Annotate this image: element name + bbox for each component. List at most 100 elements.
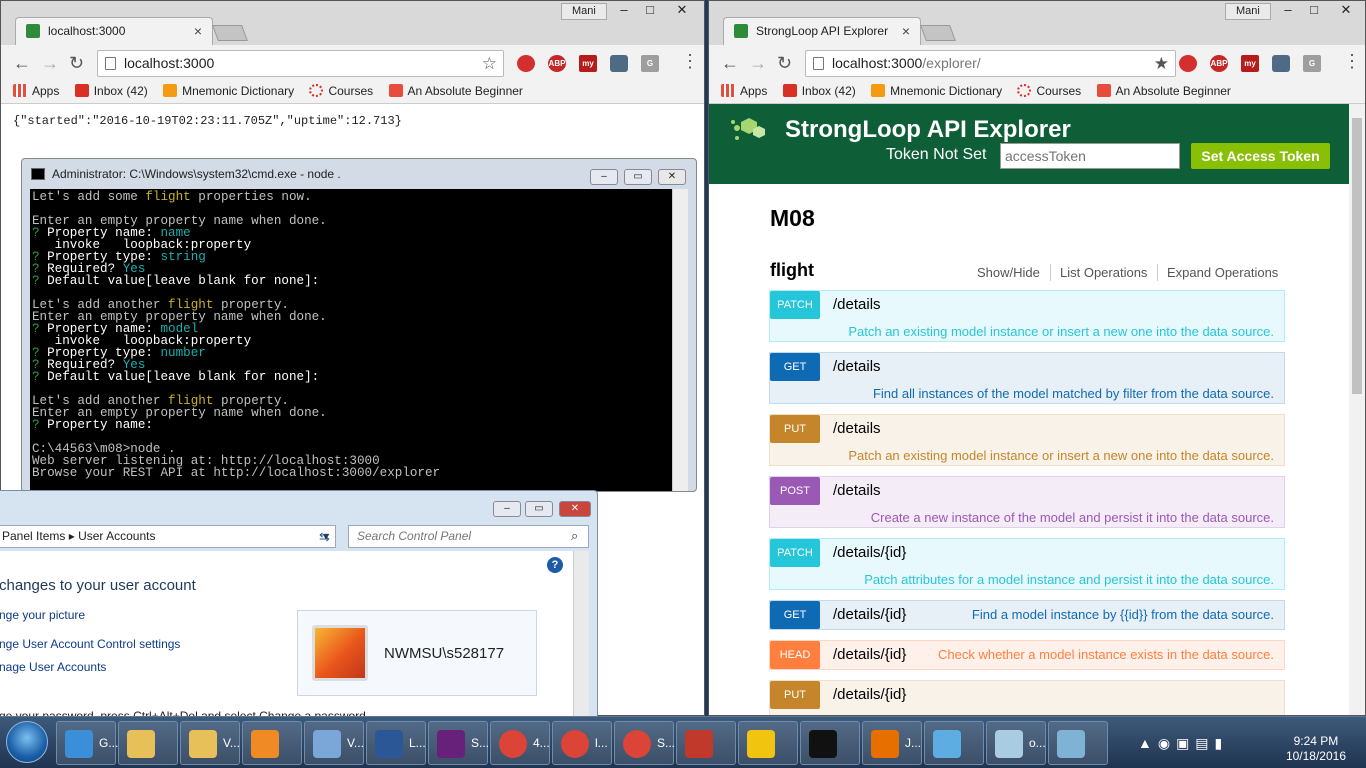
bookmark-apps[interactable]: Apps bbox=[11, 81, 59, 101]
bookmark-mnemonic[interactable]: Mnemonic Dictionary bbox=[161, 81, 294, 101]
operation-row[interactable]: HEAD/details/{id} Check whether a model i… bbox=[769, 640, 1285, 670]
console-output[interactable]: Let's add some flight properties now. Ent… bbox=[30, 189, 672, 491]
taskbar-button[interactable]: l... bbox=[552, 721, 612, 765]
ublock-icon[interactable] bbox=[1179, 55, 1197, 72]
operation-row[interactable]: PATCH/details Patch an existing model ins… bbox=[769, 290, 1285, 342]
profile-button[interactable]: Mani bbox=[1225, 3, 1271, 20]
back-icon[interactable]: ← bbox=[721, 53, 739, 74]
taskbar-button[interactable] bbox=[800, 721, 860, 765]
endpoint-path[interactable]: /details bbox=[833, 358, 881, 375]
forward-icon[interactable]: → bbox=[41, 53, 59, 74]
address-breadcrumb[interactable]: Panel Items ▸ User Accounts ▾ bbox=[0, 525, 336, 548]
address-bar[interactable]: localhost:3000/explorer/ ★ bbox=[805, 50, 1176, 77]
bookmark-star-icon[interactable]: ★ bbox=[1154, 51, 1169, 76]
bookmark-beginner[interactable]: An Absolute Beginner bbox=[1095, 81, 1231, 101]
taskbar-button[interactable] bbox=[242, 721, 302, 765]
search-icon[interactable]: ⌕ bbox=[571, 528, 578, 544]
my-extension-icon[interactable]: my bbox=[1241, 55, 1259, 72]
clock[interactable]: 9:24 PM 10/18/2016 bbox=[1286, 734, 1346, 764]
taskbar-button[interactable] bbox=[676, 721, 736, 765]
taskbar-button[interactable]: S... bbox=[428, 721, 489, 765]
menu-icon[interactable]: ⋮ bbox=[1343, 51, 1361, 72]
scrollbar[interactable] bbox=[1349, 104, 1365, 715]
start-button[interactable] bbox=[6, 721, 48, 763]
operation-row[interactable]: GET/details Find all instances of the mod… bbox=[769, 352, 1285, 404]
tray-icons[interactable]: ▲◉▣▤▮ bbox=[1138, 735, 1228, 752]
help-icon[interactable]: ? bbox=[547, 557, 563, 573]
bookmark-apps[interactable]: Apps bbox=[719, 81, 767, 101]
model-name[interactable]: flight bbox=[770, 260, 814, 281]
bookmark-beginner[interactable]: An Absolute Beginner bbox=[387, 81, 523, 101]
endpoint-description[interactable]: Find a model instance by {{id}} from the… bbox=[972, 607, 1274, 622]
operation-row[interactable]: PUT/details Patch an existing model insta… bbox=[769, 414, 1285, 466]
taskbar-button[interactable] bbox=[738, 721, 798, 765]
set-access-token-button[interactable]: Set Access Token bbox=[1191, 143, 1330, 169]
back-icon[interactable]: ← bbox=[13, 53, 31, 74]
forward-icon[interactable]: → bbox=[749, 53, 767, 74]
http-method-badge[interactable]: PATCH bbox=[770, 291, 820, 319]
http-method-badge[interactable]: PATCH bbox=[770, 539, 820, 567]
new-tab-button[interactable] bbox=[920, 25, 956, 41]
endpoint-path[interactable]: /details bbox=[833, 420, 881, 437]
uac-settings-link[interactable]: nge User Account Control settings bbox=[0, 637, 180, 651]
change-picture-link[interactable]: nge your picture bbox=[0, 608, 85, 622]
close-tab-icon[interactable]: × bbox=[902, 18, 910, 44]
close-tab-icon[interactable]: × bbox=[194, 18, 202, 44]
endpoint-path[interactable]: /details/{id} bbox=[833, 646, 906, 663]
search-input[interactable]: Search Control Panel bbox=[348, 525, 589, 548]
endpoint-description[interactable]: Find all instances of the model matched … bbox=[873, 386, 1274, 401]
endpoint-path[interactable]: /details/{id} bbox=[833, 544, 906, 561]
expand-operations-link[interactable]: Expand Operations bbox=[1167, 265, 1278, 280]
manage-accounts-link[interactable]: nage User Accounts bbox=[0, 660, 106, 674]
g-extension-icon[interactable]: G bbox=[641, 55, 659, 72]
taskbar-button[interactable]: J... bbox=[862, 721, 922, 765]
operation-row[interactable]: GET/details/{id} Find a model instance by… bbox=[769, 600, 1285, 630]
avatar[interactable] bbox=[312, 625, 368, 681]
endpoint-path[interactable]: /details bbox=[833, 482, 881, 499]
taskbar-button[interactable] bbox=[924, 721, 984, 765]
operation-row[interactable]: PATCH/details/{id} Patch attributes for a… bbox=[769, 538, 1285, 590]
bookmark-inbox[interactable]: Inbox (42) bbox=[73, 81, 148, 101]
close-button[interactable]: ✕ bbox=[559, 501, 591, 517]
minimize-button[interactable]: – bbox=[590, 169, 618, 185]
adblock-icon[interactable]: ABP bbox=[548, 55, 566, 72]
endpoint-description[interactable]: Patch an existing model instance or inse… bbox=[848, 448, 1274, 463]
address-bar[interactable]: localhost:3000 ☆ bbox=[97, 50, 504, 77]
ublock-icon[interactable] bbox=[517, 55, 535, 72]
browser-tab[interactable]: StrongLoop API Explorer × bbox=[723, 17, 921, 45]
endpoint-path[interactable]: /details/{id} bbox=[833, 686, 906, 703]
taskbar-button[interactable] bbox=[118, 721, 178, 765]
taskbar-button[interactable]: o... bbox=[986, 721, 1046, 765]
close-window-button[interactable]: ✕ bbox=[667, 1, 697, 21]
operation-row[interactable]: PUT/details/{id} bbox=[769, 680, 1285, 715]
maximize-button[interactable]: ▭ bbox=[525, 501, 553, 517]
new-tab-button[interactable] bbox=[212, 25, 248, 41]
scrollbar[interactable] bbox=[672, 189, 688, 491]
endpoint-description[interactable]: Create a new instance of the model and p… bbox=[871, 510, 1274, 525]
close-button[interactable]: ✕ bbox=[658, 169, 686, 185]
endpoint-description[interactable]: Patch an existing model instance or inse… bbox=[848, 324, 1274, 339]
minimize-button[interactable]: – bbox=[493, 501, 521, 517]
reload-icon[interactable]: ↻ bbox=[777, 53, 792, 74]
maximize-button[interactable]: □ bbox=[635, 1, 665, 21]
operation-row[interactable]: POST/details Create a new instance of the… bbox=[769, 476, 1285, 528]
close-window-button[interactable]: ✕ bbox=[1331, 1, 1361, 21]
endpoint-path[interactable]: /details bbox=[833, 296, 881, 313]
access-token-input[interactable] bbox=[1000, 143, 1180, 169]
endpoint-description[interactable]: Patch attributes for a model instance an… bbox=[864, 572, 1274, 587]
extension-icon[interactable] bbox=[1272, 55, 1290, 72]
http-method-badge[interactable]: PUT bbox=[770, 681, 820, 709]
g-extension-icon[interactable]: G bbox=[1303, 55, 1321, 72]
maximize-button[interactable]: ▭ bbox=[624, 169, 652, 185]
taskbar-button[interactable]: V... bbox=[304, 721, 364, 765]
profile-button[interactable]: Mani bbox=[561, 3, 607, 20]
bookmark-courses[interactable]: Courses bbox=[307, 81, 373, 101]
http-method-badge[interactable]: POST bbox=[770, 477, 820, 505]
taskbar-button[interactable]: 4... bbox=[490, 721, 550, 765]
endpoint-path[interactable]: /details/{id} bbox=[833, 606, 906, 623]
scroll-thumb[interactable] bbox=[1352, 118, 1362, 394]
bookmark-inbox[interactable]: Inbox (42) bbox=[781, 81, 856, 101]
taskbar-button[interactable]: L... bbox=[366, 721, 426, 765]
scrollbar[interactable] bbox=[573, 551, 589, 727]
taskbar-button[interactable]: G... bbox=[56, 721, 118, 765]
